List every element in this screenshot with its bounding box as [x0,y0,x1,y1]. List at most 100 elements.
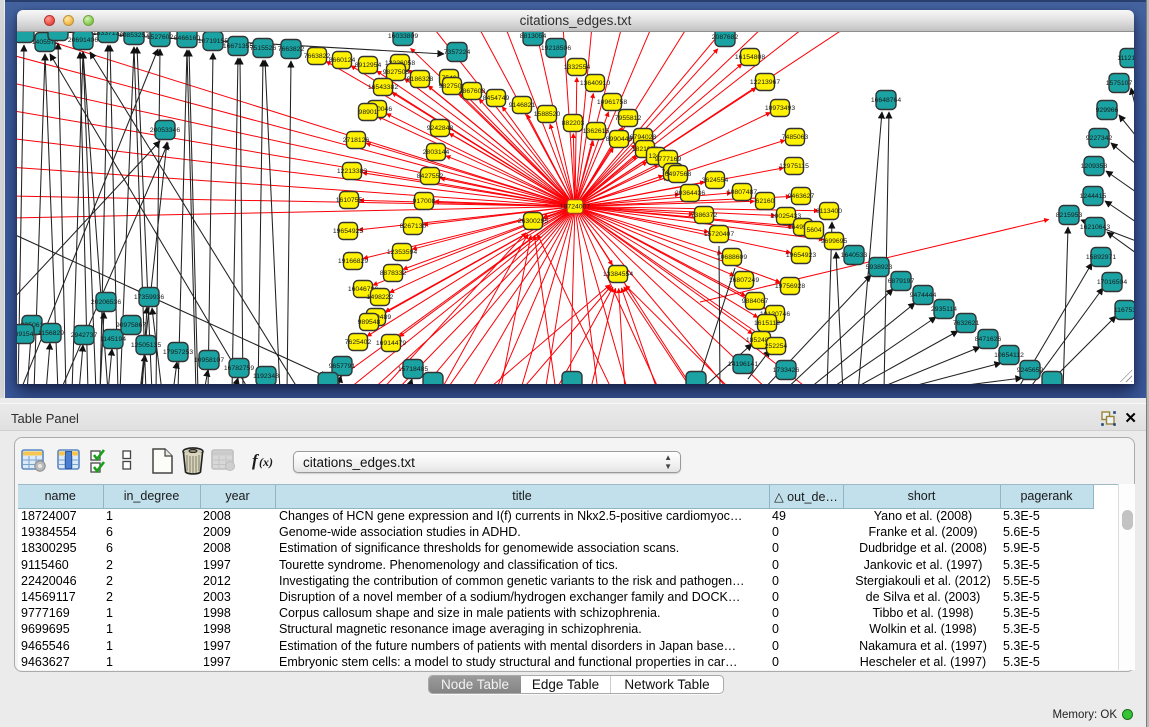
svg-text:1244415: 1244415 [1080,193,1107,200]
svg-text:1575107: 1575107 [1106,80,1133,87]
svg-text:9227342: 9227342 [1086,135,1113,142]
svg-text:20053346: 20053346 [150,127,180,134]
svg-text:17359936: 17359936 [134,294,164,301]
svg-text:12213383: 12213383 [337,168,367,175]
svg-text:9699695: 9699695 [821,238,848,245]
svg-text:5604: 5604 [806,227,821,234]
svg-text:7515526: 7515526 [250,45,277,52]
svg-text:98901: 98901 [359,109,378,116]
svg-text:252254: 252254 [765,343,788,350]
svg-text:17016504: 17016504 [1097,279,1127,286]
svg-text:39154: 39154 [17,331,34,338]
svg-text:16782759: 16782759 [224,365,254,372]
svg-text:19756928: 19756928 [775,283,805,290]
svg-text:7955812: 7955812 [615,115,642,122]
svg-text:1332554: 1332554 [564,64,591,71]
svg-text:20364436: 20364436 [675,190,705,197]
svg-text:16154808: 16154808 [735,54,765,61]
svg-text:8427552: 8427552 [417,173,444,180]
svg-text:8267130: 8267130 [400,223,427,230]
svg-text:16210643: 16210643 [1080,224,1110,231]
svg-text:7663822: 7663822 [304,53,331,60]
svg-text:2803144: 2803144 [423,149,450,156]
svg-text:1640533: 1640533 [841,252,868,259]
svg-text:8186328: 8186328 [407,76,434,83]
svg-text:6466160: 6466160 [174,35,201,42]
svg-text:8878332: 8878332 [380,270,407,277]
svg-text:12505135: 12505135 [131,342,161,349]
svg-text:13640910: 13640910 [580,80,610,87]
svg-text:8454749: 8454749 [483,95,510,102]
svg-text:16033809: 16033809 [388,33,418,40]
svg-text:1615112: 1615112 [754,320,780,327]
svg-text:2942737: 2942737 [71,332,98,339]
svg-text:9884067: 9884067 [742,298,769,305]
svg-text:6879197: 6879197 [888,278,915,285]
svg-text:90975867: 90975867 [116,322,146,329]
svg-text:9146821: 9146821 [509,102,536,109]
svg-text:2087682: 2087682 [712,34,739,41]
svg-text:16914479: 16914479 [376,340,406,347]
svg-text:18724007: 18724007 [560,204,590,211]
svg-text:6497568: 6497568 [665,171,692,178]
svg-text:7625402: 7625402 [345,339,372,346]
svg-text:10853257: 10853257 [119,32,149,39]
svg-text:116753: 116753 [1114,307,1134,314]
svg-text:19654923: 19654923 [786,252,816,259]
svg-text:2718126: 2718126 [343,137,370,144]
svg-text:2867608: 2867608 [459,88,486,95]
svg-text:1209358: 1209358 [1081,163,1108,170]
svg-text:3624554: 3624554 [702,177,729,184]
svg-text:12975115: 12975115 [779,163,809,170]
svg-text:1156829: 1156829 [38,330,64,337]
svg-text:2935114: 2935114 [931,306,957,313]
svg-text:62160: 62160 [756,198,775,205]
svg-text:16671355: 16671355 [223,43,253,50]
svg-text:1610755: 1610755 [336,197,363,204]
svg-text:10654112: 10654112 [994,352,1024,359]
svg-text:15720407: 15720407 [704,231,734,238]
svg-text:989548: 989548 [358,319,381,326]
svg-text:1112174: 1112174 [1117,55,1134,62]
svg-text:8471626: 8471626 [975,336,1002,343]
svg-text:16648764: 16648764 [871,97,901,104]
svg-text:1192348: 1192348 [253,373,279,380]
svg-text:10961758: 10961758 [597,99,627,106]
svg-text:1588520: 1588520 [534,111,561,118]
svg-text:1527602: 1527602 [147,34,174,41]
svg-text:9245652: 9245652 [1017,367,1044,374]
svg-text:8990448: 8990448 [606,136,633,143]
svg-text:9474444: 9474444 [910,292,937,299]
svg-text:9777169: 9777169 [655,156,682,163]
svg-text:12353594: 12353594 [387,249,417,256]
svg-text:10688609: 10688609 [717,254,747,261]
svg-text:20691406: 20691406 [68,37,98,44]
svg-text:12213967: 12213967 [750,79,780,86]
svg-text:10973493: 10973493 [765,105,795,112]
svg-text:9827503: 9827503 [383,69,410,76]
svg-text:929966: 929966 [1096,107,1119,114]
svg-text:7357224: 7357224 [444,49,471,56]
svg-text:1498222: 1498222 [367,294,394,301]
svg-text:9242848: 9242848 [427,125,454,132]
svg-text:1145194: 1145194 [100,336,126,343]
svg-text:5938923: 5938923 [866,264,893,271]
svg-text:19166829: 19166829 [338,258,368,265]
svg-text:16807249: 16807249 [729,277,759,284]
svg-text:10958107: 10958107 [194,357,224,364]
svg-text:16543382: 16543382 [368,84,398,91]
svg-text:917008: 917008 [413,198,436,205]
svg-text:7485063: 7485063 [782,134,809,141]
svg-text:7632621: 7632621 [953,320,980,327]
svg-text:9113400: 9113400 [816,208,842,215]
svg-text:8660124: 8660124 [329,57,356,64]
svg-text:15718485: 15718485 [398,366,428,373]
svg-text:14196141: 14196141 [728,361,758,368]
svg-text:13384554: 13384554 [603,271,633,278]
svg-text:15892971: 15892971 [1086,254,1116,261]
svg-text:1362615: 1362615 [583,128,610,135]
svg-text:8813054: 8813054 [520,33,547,40]
svg-text:8912954: 8912954 [355,62,382,69]
svg-text:7386372: 7386372 [691,212,718,219]
svg-text:26300295: 26300295 [518,218,548,225]
